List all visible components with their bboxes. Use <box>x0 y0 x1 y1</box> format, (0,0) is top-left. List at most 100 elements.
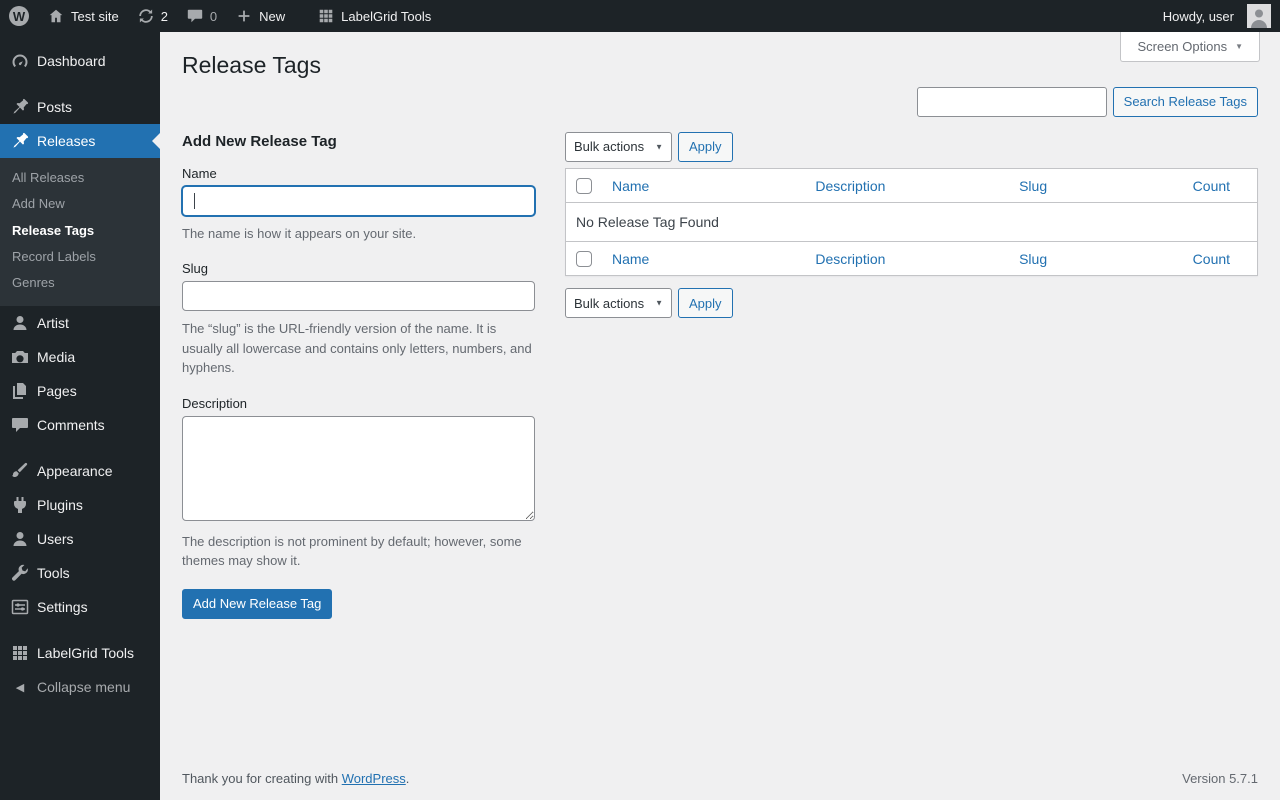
pushpin-icon <box>13 98 29 114</box>
howdy-label: Howdy, user <box>1162 8 1234 24</box>
sidebar-item-dashboard[interactable]: Dashboard <box>0 44 160 78</box>
submenu-item-all-releases[interactable]: All Releases <box>0 165 160 191</box>
sidebar-item-artist[interactable]: Artist <box>0 306 160 340</box>
column-header-count[interactable]: Count <box>1193 178 1230 194</box>
footer-thanks: Thank you for creating with WordPress. <box>182 771 409 786</box>
slug-help-text: The “slug” is the URL-friendly version o… <box>182 321 532 376</box>
table-header-row: Name Description Slug Count <box>565 168 1258 204</box>
add-new-release-tag-button[interactable]: Add New Release Tag <box>182 588 333 619</box>
wordpress-menu-link[interactable]: W <box>0 0 38 32</box>
comment-bubble-icon <box>187 9 203 23</box>
bulk-actions-select-bottom[interactable]: Bulk actions <box>565 288 672 319</box>
comment-bubble-icon <box>12 418 28 433</box>
sidebar-item-tools[interactable]: Tools <box>0 556 160 590</box>
updates-link[interactable]: 2 <box>128 0 177 32</box>
table-row: No Release Tag Found <box>566 203 1258 242</box>
description-field-group: Description The description is not promi… <box>182 396 535 571</box>
comments-link[interactable]: 0 <box>177 0 226 32</box>
column-header-description[interactable]: Description <box>815 178 885 194</box>
sidebar-label-settings: Settings <box>37 599 88 616</box>
new-content-label: New <box>259 8 286 24</box>
screen-options-button[interactable]: Screen Options ▼ <box>1120 32 1260 62</box>
menu-separator <box>0 624 160 636</box>
description-help-text: The description is not prominent by defa… <box>182 533 522 569</box>
plug-icon <box>14 497 26 514</box>
sidebar-item-media[interactable]: Media <box>0 340 160 374</box>
search-box: Search Release Tags <box>182 86 1258 117</box>
collapse-arrow-icon: ◀ <box>15 681 25 694</box>
slug-label: Slug <box>182 261 209 277</box>
menu-separator <box>0 442 160 454</box>
plus-icon <box>238 10 250 22</box>
sidebar-label-tools: Tools <box>37 565 70 582</box>
my-account-link[interactable]: Howdy, user <box>1154 0 1280 32</box>
sidebar-item-plugins[interactable]: Plugins <box>0 488 160 522</box>
new-content-link[interactable]: New <box>226 0 294 32</box>
select-all-checkbox[interactable] <box>576 178 592 195</box>
labelgrid-tools-toolbar-link[interactable]: LabelGrid Tools <box>308 0 440 32</box>
sidebar-label-plugins: Plugins <box>37 497 83 514</box>
sidebar-label-media: Media <box>37 349 76 366</box>
comments-count: 0 <box>209 8 218 24</box>
paintbrush-icon <box>12 463 28 478</box>
admin-sidebar: Dashboard Posts Releases All Releases Ad… <box>0 32 160 800</box>
search-input[interactable] <box>916 86 1107 117</box>
sidebar-item-comments[interactable]: Comments <box>0 408 160 442</box>
wordpress-link[interactable]: WordPress <box>342 771 406 786</box>
sidebar-label-appearance: Appearance <box>37 463 113 480</box>
sidebar-label-dashboard: Dashboard <box>37 53 106 69</box>
footer-thanks-text: Thank you for creating with <box>182 771 339 786</box>
sidebar-label-comments: Comments <box>37 417 105 434</box>
sidebar-item-appearance[interactable]: Appearance <box>0 454 160 488</box>
search-release-tags-button[interactable]: Search Release Tags <box>1112 86 1258 117</box>
grid-icon <box>13 646 27 661</box>
submenu-item-release-tags[interactable]: Release Tags <box>0 218 160 244</box>
screen-options-label: Screen Options <box>1137 39 1228 54</box>
column-header-name[interactable]: Name <box>612 178 649 194</box>
column-header-slug[interactable]: Slug <box>1019 178 1047 194</box>
column-footer-description[interactable]: Description <box>815 251 885 267</box>
labelgrid-toolbar-label: LabelGrid Tools <box>341 8 432 24</box>
avatar <box>1247 4 1271 28</box>
submenu-item-record-labels[interactable]: Record Labels <box>0 244 160 270</box>
name-field-group: Name The name is how it appears on your … <box>182 166 535 244</box>
site-name-link[interactable]: Test site <box>38 0 128 32</box>
description-textarea[interactable] <box>182 415 535 521</box>
column-footer-slug[interactable]: Slug <box>1019 251 1047 267</box>
sidebar-item-users[interactable]: Users <box>0 522 160 556</box>
sidebar-item-pages[interactable]: Pages <box>0 374 160 408</box>
admin-bar-right: Howdy, user <box>1154 0 1280 32</box>
chevron-down-icon: ▼ <box>1235 42 1243 51</box>
name-help-text: The name is how it appears on your site. <box>182 225 417 241</box>
collapse-menu-button[interactable]: ◀ Collapse menu <box>0 670 160 704</box>
description-label: Description <box>182 395 248 411</box>
release-tags-table: Name Description Slug Count No Release T… <box>565 167 1258 277</box>
name-input[interactable] <box>182 185 535 216</box>
submenu-item-add-new[interactable]: Add New <box>0 191 160 217</box>
apply-button-bottom[interactable]: Apply <box>678 288 733 319</box>
sidebar-item-labelgrid-tools[interactable]: LabelGrid Tools <box>0 636 160 670</box>
slug-input[interactable] <box>182 281 535 312</box>
sidebar-label-labelgrid: LabelGrid Tools <box>37 645 135 662</box>
bulk-actions-select[interactable]: Bulk actions <box>565 131 672 162</box>
empty-message: No Release Tag Found <box>576 214 719 231</box>
person-icon <box>13 316 27 331</box>
column-footer-name[interactable]: Name <box>612 251 649 267</box>
updates-icon <box>138 9 153 23</box>
sidebar-item-posts[interactable]: Posts <box>0 90 160 124</box>
person-icon <box>13 532 27 547</box>
select-all-checkbox[interactable] <box>576 251 592 268</box>
main-content: Screen Options ▼ Release Tags Search Rel… <box>160 32 1280 800</box>
admin-bar-left: W Test site 2 0 New LabelGrid Tools <box>0 0 440 32</box>
camera-icon <box>12 351 28 364</box>
submenu-item-genres[interactable]: Genres <box>0 270 160 296</box>
apply-button-top[interactable]: Apply <box>678 131 733 162</box>
sidebar-label-artist: Artist <box>37 315 69 332</box>
sidebar-item-settings[interactable]: Settings <box>0 590 160 624</box>
settings-sliders-icon <box>11 600 29 615</box>
column-footer-count[interactable]: Count <box>1193 251 1230 267</box>
releases-submenu: All Releases Add New Release Tags Record… <box>0 158 160 307</box>
pushpin-icon <box>13 132 29 148</box>
sidebar-label-posts: Posts <box>37 99 73 115</box>
sidebar-item-releases[interactable]: Releases <box>0 124 160 158</box>
